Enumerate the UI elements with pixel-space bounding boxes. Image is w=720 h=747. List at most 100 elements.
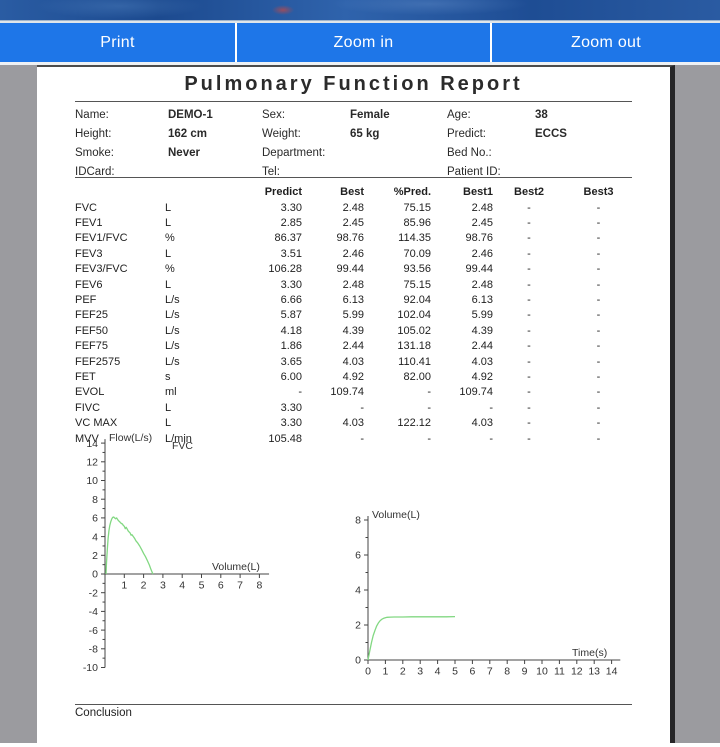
value-cell: 5.99 <box>431 308 493 323</box>
svg-text:6: 6 <box>218 580 224 592</box>
value-cell: L <box>165 200 222 215</box>
svg-text:Volume(L): Volume(L) <box>372 509 420 521</box>
svg-text:8: 8 <box>504 666 510 678</box>
param-name-cell: FEF25 <box>75 308 165 323</box>
param-name-cell: FEF2575 <box>75 354 165 369</box>
svg-text:Volume(L): Volume(L) <box>212 561 260 573</box>
svg-text:-4: -4 <box>89 606 98 618</box>
table-row: FEV1/FVC%86.3798.76114.3598.76-- <box>75 231 632 246</box>
value-cell: L/s <box>165 323 222 338</box>
param-name-cell: FEV3/FVC <box>75 262 165 277</box>
patient-field-label: Weight: <box>262 128 350 140</box>
svg-text:14: 14 <box>606 666 618 678</box>
value-cell: 131.18 <box>364 339 431 354</box>
value-cell: - <box>493 400 565 415</box>
value-cell: 2.45 <box>431 215 493 230</box>
value-cell: L/s <box>165 339 222 354</box>
svg-text:12: 12 <box>571 666 583 678</box>
patient-field-label: Bed No.: <box>447 147 535 159</box>
table-row: FEF50L/s4.184.39105.024.39-- <box>75 323 632 338</box>
value-cell: - <box>364 385 431 400</box>
value-cell: - <box>493 292 565 307</box>
patient-field-label: Age: <box>447 109 535 121</box>
table-row: FEV3L3.512.4670.092.46-- <box>75 246 632 261</box>
value-cell: - <box>364 400 431 415</box>
value-cell: - <box>222 385 302 400</box>
value-cell: - <box>493 246 565 261</box>
param-name-cell: FVC <box>75 200 165 215</box>
zoom-out-button[interactable]: Zoom out <box>492 23 720 62</box>
svg-text:FVC: FVC <box>172 440 193 452</box>
svg-text:14: 14 <box>86 438 98 450</box>
value-cell: 2.48 <box>431 277 493 292</box>
table-row: FEV3/FVC%106.2899.4493.5699.44-- <box>75 262 632 277</box>
value-cell: 98.76 <box>302 231 364 246</box>
svg-text:13: 13 <box>588 666 600 678</box>
value-cell: 6.66 <box>222 292 302 307</box>
patient-field-label: Predict: <box>447 128 535 140</box>
svg-text:-2: -2 <box>89 587 98 599</box>
value-cell: 6.00 <box>222 369 302 384</box>
zoom-in-button[interactable]: Zoom in <box>237 23 490 62</box>
value-cell: L <box>165 246 222 261</box>
svg-text:12: 12 <box>86 456 98 468</box>
param-name-cell: FIVC <box>75 400 165 415</box>
value-cell: 3.30 <box>222 277 302 292</box>
value-cell: % <box>165 231 222 246</box>
value-cell: 2.46 <box>431 246 493 261</box>
table-row: PEFL/s6.666.1392.046.13-- <box>75 292 632 307</box>
svg-text:1: 1 <box>121 580 127 592</box>
svg-text:6: 6 <box>92 513 98 525</box>
report-page: Pulmonary Function Report Name:DEMO-1Sex… <box>37 65 675 745</box>
patient-field-label: Smoke: <box>75 147 168 159</box>
svg-text:5: 5 <box>452 666 458 678</box>
print-button[interactable]: Print <box>0 23 235 62</box>
window-bottom-strip <box>0 743 720 747</box>
svg-text:2: 2 <box>355 620 361 632</box>
value-cell: - <box>565 231 632 246</box>
value-cell: 99.44 <box>302 262 364 277</box>
svg-text:2: 2 <box>92 550 98 562</box>
value-cell: - <box>493 339 565 354</box>
value-cell: - <box>565 277 632 292</box>
value-cell: 4.39 <box>302 323 364 338</box>
value-cell: 2.85 <box>222 215 302 230</box>
value-cell: % <box>165 262 222 277</box>
patient-field-label: Department: <box>262 147 350 159</box>
table-row: FEF25L/s5.875.99102.045.99-- <box>75 308 632 323</box>
param-name-cell: FEF50 <box>75 323 165 338</box>
patient-field-value: ECCS <box>535 128 632 140</box>
value-cell: 5.87 <box>222 308 302 323</box>
svg-text:4: 4 <box>179 580 185 592</box>
value-cell: 6.13 <box>302 292 364 307</box>
value-cell: L <box>165 215 222 230</box>
column-header: Predict <box>222 183 302 200</box>
column-header <box>165 183 222 200</box>
value-cell: - <box>565 323 632 338</box>
value-cell: - <box>565 262 632 277</box>
table-row: FEV1L2.852.4585.962.45-- <box>75 215 632 230</box>
svg-text:8: 8 <box>355 515 361 527</box>
svg-text:Flow(L/s): Flow(L/s) <box>109 432 152 444</box>
value-cell: L/s <box>165 308 222 323</box>
param-name-cell: FEV6 <box>75 277 165 292</box>
report-preview-viewport[interactable]: Pulmonary Function Report Name:DEMO-1Sex… <box>0 65 720 743</box>
value-cell: - <box>565 400 632 415</box>
value-cell: 2.45 <box>302 215 364 230</box>
value-cell: 93.56 <box>364 262 431 277</box>
value-cell: - <box>565 415 632 430</box>
value-cell: s <box>165 369 222 384</box>
value-cell: - <box>364 431 431 446</box>
value-cell: 85.96 <box>364 215 431 230</box>
value-cell: - <box>565 246 632 261</box>
value-cell: - <box>565 369 632 384</box>
value-cell: L <box>165 277 222 292</box>
value-cell: L/s <box>165 292 222 307</box>
patient-field-label: Patient ID: <box>447 166 535 178</box>
value-cell: 4.92 <box>431 369 493 384</box>
divider-line <box>75 101 632 102</box>
value-cell: - <box>302 400 364 415</box>
value-cell: - <box>431 431 493 446</box>
svg-text:-8: -8 <box>89 643 98 655</box>
patient-field-label: Sex: <box>262 109 350 121</box>
